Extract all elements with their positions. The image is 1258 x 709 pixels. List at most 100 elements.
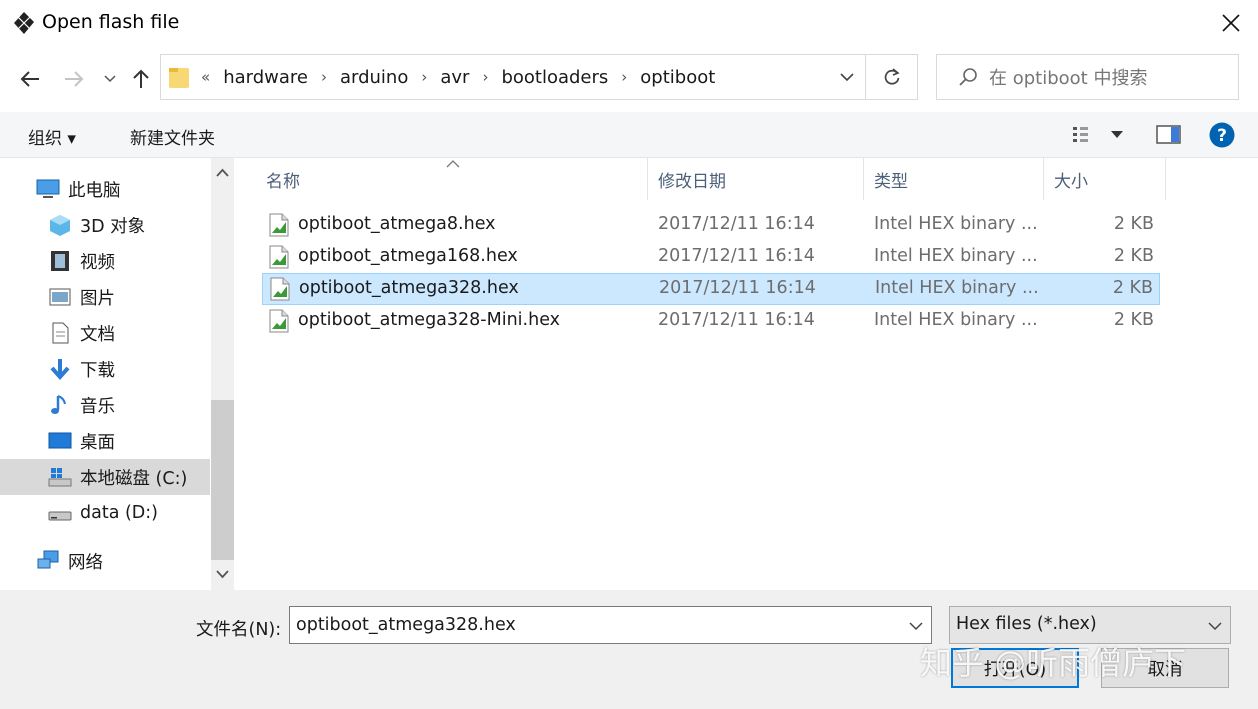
file-type: Intel HEX binary ... xyxy=(875,278,1039,298)
nav-item-drive-c[interactable]: 本地磁盘 (C:) xyxy=(0,459,210,495)
nav-label: 视频 xyxy=(80,252,115,273)
file-row[interactable]: optiboot_atmega328-Mini.hex 2017/12/11 1… xyxy=(262,306,1160,336)
nav-label: data (D:) xyxy=(80,503,159,523)
file-list: 名称 修改日期 类型 大小 optiboot_atmega8.hex 2017/… xyxy=(234,158,1258,590)
nav-label: 网络 xyxy=(68,552,103,573)
crumb-arduino[interactable]: arduino xyxy=(340,67,408,88)
help-icon[interactable]: ? xyxy=(1208,121,1236,149)
file-row-selected[interactable]: optiboot_atmega328.hex 2017/12/11 16:14 … xyxy=(262,273,1160,305)
file-type: Intel HEX binary ... xyxy=(874,310,1038,330)
address-dropdown-icon[interactable] xyxy=(837,67,857,87)
watermark: 知乎 @听雨僧庐下 xyxy=(920,644,1187,682)
column-header-size[interactable]: 大小 xyxy=(1044,158,1166,200)
nav-item-network[interactable]: 网络 xyxy=(0,543,210,579)
hex-file-icon xyxy=(270,277,290,301)
file-name: optiboot_atmega328.hex xyxy=(299,278,519,298)
chevron-right-icon[interactable]: › xyxy=(621,68,627,86)
file-row[interactable]: optiboot_atmega8.hex 2017/12/11 16:14 In… xyxy=(262,210,1160,240)
column-label: 大小 xyxy=(1054,171,1088,192)
sort-ascending-icon xyxy=(446,160,460,168)
nav-scrollbar[interactable] xyxy=(211,158,234,590)
nav-label: 音乐 xyxy=(80,396,115,417)
search-placeholder: 在 optiboot 中搜索 xyxy=(989,68,1148,89)
nav-item-desktop[interactable]: 桌面 xyxy=(0,423,210,459)
file-name: optiboot_atmega328-Mini.hex xyxy=(298,310,561,330)
filename-field[interactable] xyxy=(289,606,932,644)
file-size: 2 KB xyxy=(1113,246,1154,266)
overflow-chevron[interactable]: « xyxy=(201,68,210,86)
column-label: 名称 xyxy=(266,171,300,192)
title-bar: Open flash file xyxy=(0,0,1258,46)
window-title: Open flash file xyxy=(42,11,180,33)
drive-icon xyxy=(48,511,72,521)
up-button[interactable] xyxy=(128,64,154,94)
file-size: 2 KB xyxy=(1113,310,1154,330)
chevron-right-icon[interactable]: › xyxy=(321,68,327,86)
drive-c-icon xyxy=(48,468,72,487)
chevron-right-icon[interactable]: › xyxy=(421,68,427,86)
nav-label: 3D 对象 xyxy=(80,216,146,237)
scroll-up-icon[interactable] xyxy=(216,168,229,177)
3d-objects-icon xyxy=(50,215,70,236)
refresh-icon xyxy=(884,68,900,85)
crumb-bootloaders[interactable]: bootloaders xyxy=(501,67,608,88)
music-icon xyxy=(51,395,66,414)
arrow-right-icon xyxy=(65,71,84,87)
close-icon[interactable] xyxy=(1218,10,1244,36)
file-name: optiboot_atmega8.hex xyxy=(298,214,496,234)
refresh-button[interactable] xyxy=(866,54,918,100)
navigation-pane: 此电脑 3D 对象 视频 图片 文档 下载 音乐 桌面 本地磁盘 (C:) da… xyxy=(0,158,234,590)
hex-file-icon xyxy=(269,245,289,269)
file-size: 2 KB xyxy=(1113,214,1154,234)
search-box[interactable]: 在 optiboot 中搜索 xyxy=(936,54,1239,100)
file-type: Intel HEX binary ... xyxy=(874,246,1038,266)
filename-label: 文件名(N): xyxy=(196,620,282,640)
download-icon xyxy=(50,359,70,381)
nav-item-pictures[interactable]: 图片 xyxy=(0,279,210,315)
nav-item-documents[interactable]: 文档 xyxy=(0,315,210,351)
back-button[interactable] xyxy=(16,64,44,94)
nav-item-downloads[interactable]: 下载 xyxy=(0,351,210,387)
file-row[interactable]: optiboot_atmega168.hex 2017/12/11 16:14 … xyxy=(262,242,1160,272)
file-type: Intel HEX binary ... xyxy=(874,214,1038,234)
view-options-icon[interactable] xyxy=(1072,125,1100,145)
command-bar: 组织 ▾ 新建文件夹 ? xyxy=(0,112,1258,158)
file-name: optiboot_atmega168.hex xyxy=(298,246,518,266)
arrow-up-icon xyxy=(133,69,149,88)
file-date: 2017/12/11 16:14 xyxy=(658,246,815,266)
column-header-type[interactable]: 类型 xyxy=(864,158,1044,200)
view-dropdown-icon[interactable] xyxy=(1110,130,1124,140)
nav-item-videos[interactable]: 视频 xyxy=(0,243,210,279)
column-header-date[interactable]: 修改日期 xyxy=(648,158,864,200)
address-bar[interactable]: « hardware › arduino › avr › bootloaders… xyxy=(160,54,866,100)
recent-locations-button[interactable] xyxy=(100,64,120,94)
nav-label: 本地磁盘 (C:) xyxy=(80,468,188,489)
new-folder-button[interactable]: 新建文件夹 xyxy=(130,124,215,149)
nav-label: 此电脑 xyxy=(68,180,121,201)
crumb-avr[interactable]: avr xyxy=(440,67,469,88)
crumb-hardware[interactable]: hardware xyxy=(223,67,308,88)
crumb-optiboot[interactable]: optiboot xyxy=(640,67,715,88)
nav-label: 下载 xyxy=(80,360,115,381)
scroll-down-icon[interactable] xyxy=(216,570,229,579)
nav-item-drive-d[interactable]: data (D:) xyxy=(0,495,210,531)
scroll-thumb[interactable] xyxy=(211,400,234,560)
video-icon xyxy=(51,251,69,271)
chevron-right-icon[interactable]: › xyxy=(482,68,488,86)
nav-item-3d-objects[interactable]: 3D 对象 xyxy=(0,207,210,243)
file-date: 2017/12/11 16:14 xyxy=(658,214,815,234)
preview-pane-icon[interactable] xyxy=(1156,124,1182,146)
hex-file-icon xyxy=(269,213,289,237)
nav-item-music[interactable]: 音乐 xyxy=(0,387,210,423)
filename-input[interactable] xyxy=(296,613,896,637)
column-label: 修改日期 xyxy=(658,171,726,192)
nav-item-this-pc[interactable]: 此电脑 xyxy=(0,171,210,207)
chip-icon xyxy=(14,12,34,34)
file-date: 2017/12/11 16:14 xyxy=(658,310,815,330)
computer-icon xyxy=(36,179,60,198)
forward-button[interactable] xyxy=(60,64,88,94)
chevron-down-icon[interactable] xyxy=(907,617,925,635)
organize-menu[interactable]: 组织 ▾ xyxy=(28,124,76,149)
bottom-bar: 文件名(N): Hex files (*.hex) 打开(O) 取消 知乎 @听… xyxy=(0,590,1258,709)
file-date: 2017/12/11 16:14 xyxy=(659,278,816,298)
